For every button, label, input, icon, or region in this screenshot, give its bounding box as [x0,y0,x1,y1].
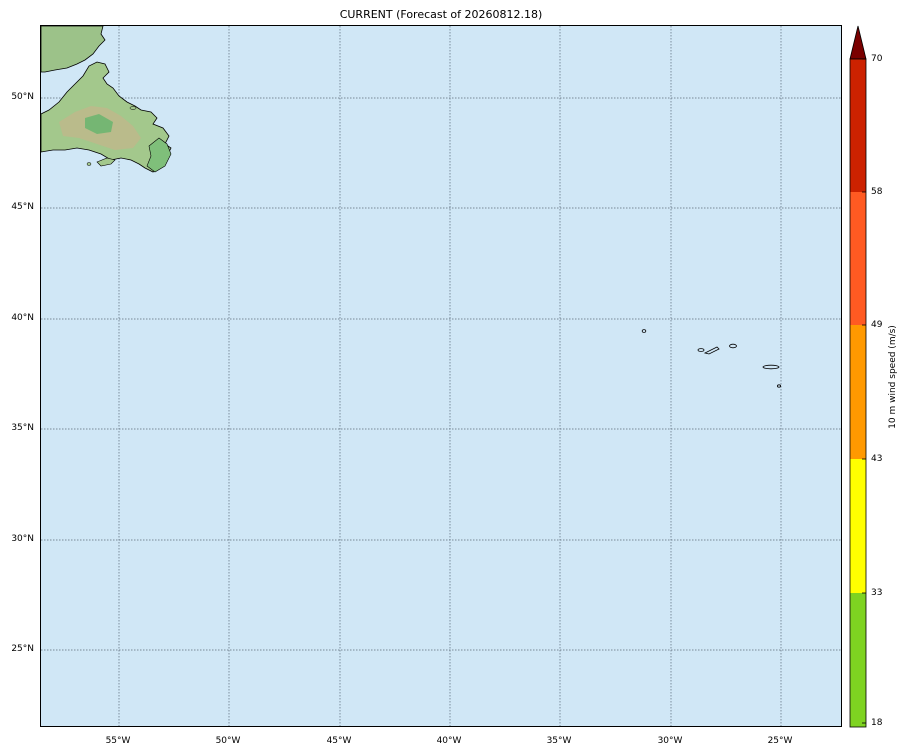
colorbar-tick-43: 43 [871,454,883,464]
azores-islands [641,329,782,388]
colorbar-extend-arrow [849,25,867,60]
lat-label-50n: 50°N [11,92,34,102]
colorbar-segment-43-49 [850,325,866,459]
colorbar-tick-70: 70 [871,54,883,64]
islet [86,162,92,166]
lon-label-25w: 25°W [767,736,793,746]
lat-label-35n: 35°N [11,423,34,433]
lat-label-30n: 30°N [11,534,34,544]
colorbar-segment-58-70 [850,59,866,192]
map-title: CURRENT (Forecast of 20260812.18) [339,8,543,21]
lat-label-40n: 40°N [11,313,34,323]
lon-label-50w: 50°W [215,736,241,746]
santa-maria-island [777,384,782,388]
colorbar-tick-33: 33 [871,588,883,598]
islet [129,106,137,110]
lon-label-30w: 30°W [657,736,683,746]
colorbar-tick-49: 49 [871,320,883,330]
flores-island [641,329,647,333]
colorbar [849,25,867,728]
sao-miguel-island [762,364,780,370]
map-svg [41,26,841,726]
pico-island [703,346,720,355]
south-coast-island [96,157,116,167]
lat-label-25n: 25°N [11,644,34,654]
colorbar-segment-18-33 [850,593,866,727]
terceira-island [729,343,737,349]
lon-label-45w: 45°W [326,736,352,746]
lon-label-35w: 35°W [546,736,572,746]
colorbar-segment-33-43 [850,459,866,593]
colorbar-segment-49-58 [850,192,866,325]
faial-island [697,348,705,352]
map-canvas[interactable] [40,25,842,727]
colorbar-tick-58: 58 [871,187,883,197]
lat-label-45n: 45°N [11,202,34,212]
colorbar-tick-18: 18 [871,718,883,728]
colorbar-title: 10 m wind speed (m/s) [888,325,898,429]
lon-label-55w: 55°W [105,736,131,746]
lon-label-40w: 40°W [436,736,462,746]
